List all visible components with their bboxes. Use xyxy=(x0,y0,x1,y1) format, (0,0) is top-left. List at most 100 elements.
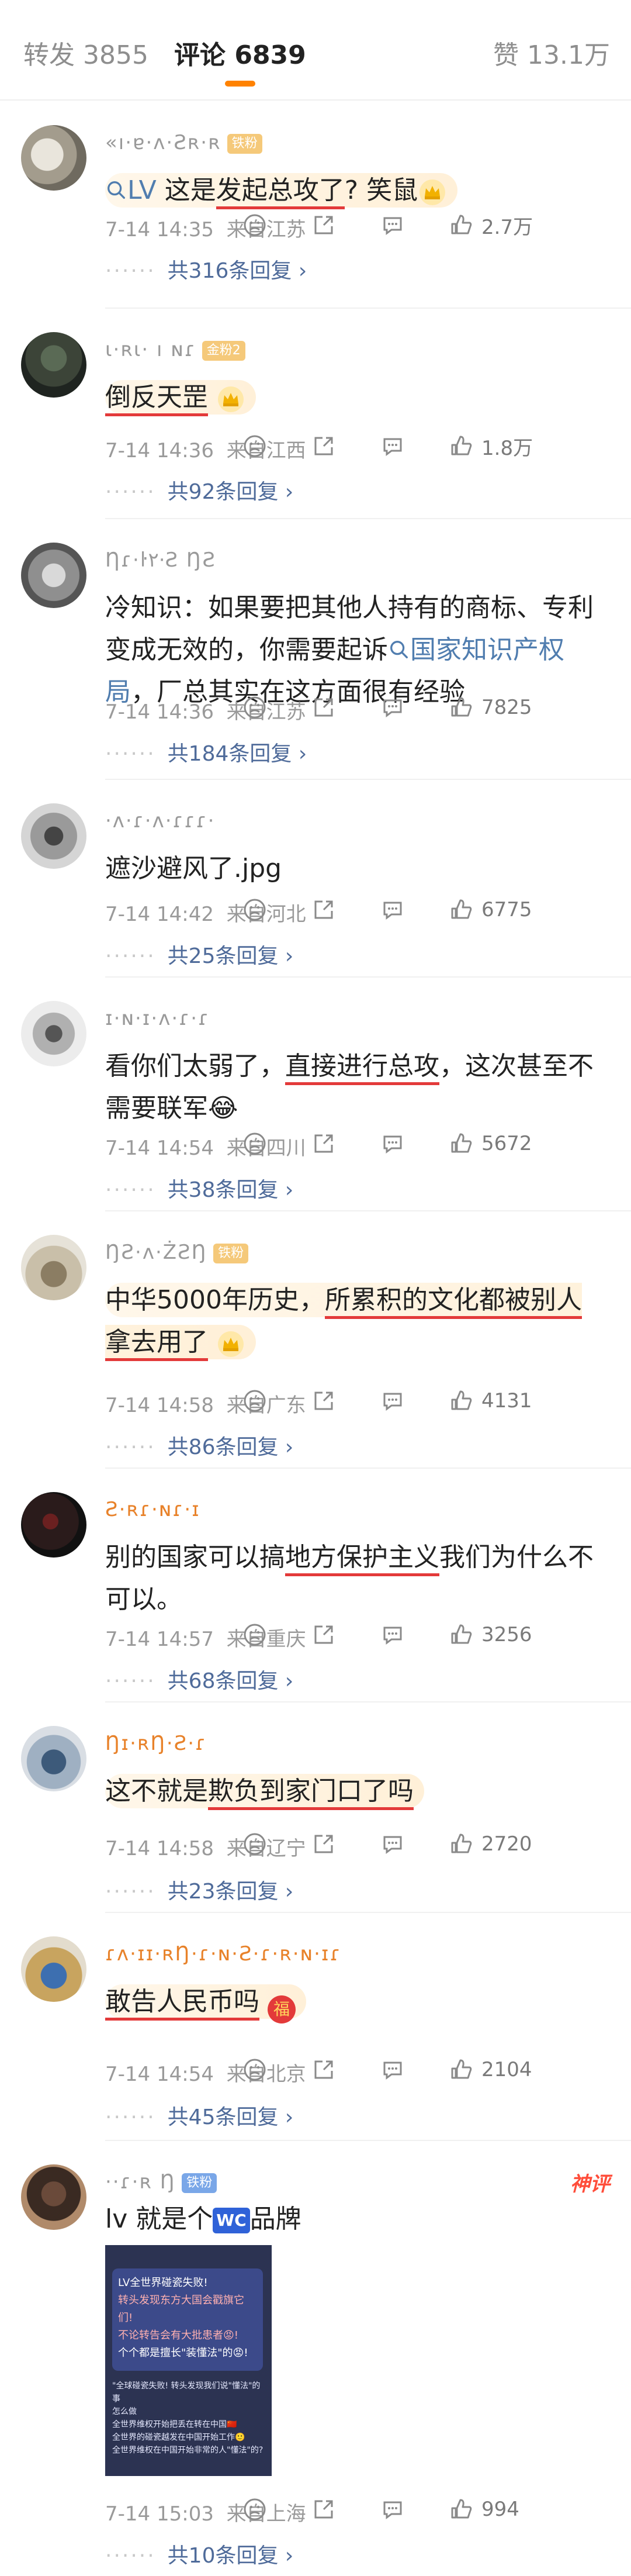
replies-link[interactable]: ······ 共184条回复 › xyxy=(105,737,307,767)
username[interactable]: «ı·ɐ·ʌ·Ƨʀ·ʀ 铁粉 xyxy=(105,131,262,154)
comment-text-part: 看你们太弱了， xyxy=(105,1051,285,1081)
username-text: ɾʌ·ɪɪ·ʀŊ·ɾ·ɴ·Ƨ·ɾ·ʀ·ɴ·ɪɾ xyxy=(105,1942,342,1966)
avatar[interactable] xyxy=(21,1726,86,1791)
replies-link[interactable]: ······ 共68条回复 › xyxy=(105,1664,293,1694)
dislike-button[interactable] xyxy=(242,895,268,924)
replies-link[interactable]: ······ 共38条回复 › xyxy=(105,1173,293,1203)
tab-comment[interactable]: 评论 6839 xyxy=(174,34,306,71)
like-button[interactable]: 4131 xyxy=(449,1386,532,1415)
username[interactable]: ·ʌ·ɾ·ʌ·ɾɾɾ· xyxy=(105,809,215,833)
username[interactable]: ɾʌ·ɪɪ·ʀŊ·ɾ·ɴ·Ƨ·ɾ·ʀ·ɴ·ɪɾ xyxy=(105,1942,342,1966)
replies-link[interactable]: ······ 共25条回复 › xyxy=(105,939,293,969)
share-button[interactable] xyxy=(311,1129,337,1158)
like-button[interactable]: 2720 xyxy=(449,1829,532,1859)
dislike-button[interactable] xyxy=(242,1129,268,1158)
topic-link[interactable]: LV xyxy=(127,175,157,205)
share-button[interactable] xyxy=(311,693,337,722)
dislike-button[interactable] xyxy=(242,1386,268,1415)
reply-button[interactable] xyxy=(380,1620,405,1649)
username[interactable]: ɪ·ɴ·ɪ·ʌ·ɾ·ɾ xyxy=(105,1007,210,1030)
replies-link[interactable]: ······ 共23条回复 › xyxy=(105,1874,293,1905)
reply-button[interactable] xyxy=(380,1386,405,1415)
reply-button[interactable] xyxy=(380,2055,405,2084)
reply-button[interactable] xyxy=(380,693,405,722)
reply-button[interactable] xyxy=(380,210,405,240)
replies-link[interactable]: ······ 共316条回复 › xyxy=(105,254,307,284)
username[interactable]: Ŋɪ·ʀŊ·Ƨ·ɾ xyxy=(105,1732,207,1755)
comment-actions: 2.7万 xyxy=(242,210,610,240)
attached-image[interactable]: LV全世界碰瓷失败! 转头发现东方大国会戳旗它们! 不论转告会有大批患者😡! 个… xyxy=(105,2245,272,2476)
dislike-button[interactable] xyxy=(242,2495,268,2524)
avatar[interactable] xyxy=(21,1001,86,1066)
reply-button[interactable] xyxy=(380,895,405,924)
avatar[interactable] xyxy=(21,332,86,398)
tab-repost[interactable]: 转发 3855 xyxy=(23,34,148,71)
reply-button[interactable] xyxy=(380,1129,405,1158)
comment-actions: 2104 xyxy=(242,2055,610,2084)
reply-button[interactable] xyxy=(380,2495,405,2524)
username-text: ·ʌ·ɾ·ʌ·ɾɾɾ· xyxy=(105,809,216,833)
reply-button[interactable] xyxy=(380,431,405,461)
like-icon xyxy=(449,2057,474,2083)
like-count: 2720 xyxy=(481,1832,532,1856)
replies-dots: ······ xyxy=(105,742,156,766)
image-caption-line: 全世界维权在中国开始非常的人"懂法"的? xyxy=(112,2446,264,2455)
username[interactable]: ŊƧ·ʌ·ŻƧŊ 铁粉 xyxy=(105,1241,249,1264)
avatar[interactable] xyxy=(21,1235,86,1300)
username[interactable]: Ƨ·ʀɾ·ɴɾ·ɪ xyxy=(105,1498,200,1521)
replies-link[interactable]: ······ 共10条回复 › xyxy=(105,2539,293,2569)
share-button[interactable] xyxy=(311,2055,337,2084)
share-button[interactable] xyxy=(311,431,337,461)
dislike-button[interactable] xyxy=(242,1829,268,1859)
share-button[interactable] xyxy=(311,1386,337,1415)
share-button[interactable] xyxy=(311,210,337,240)
replies-dots: ······ xyxy=(105,1435,156,1459)
like-button[interactable]: 994 xyxy=(449,2495,519,2524)
username[interactable]: ··ɾ·ʀ Ŋ 铁粉 xyxy=(105,2170,217,2194)
avatar[interactable] xyxy=(21,803,86,869)
avatar[interactable] xyxy=(21,125,86,191)
dislike-button[interactable] xyxy=(242,210,268,240)
like-button[interactable]: 5672 xyxy=(449,1129,532,1158)
username[interactable]: Ƞɾ·ŀ٢·Ƨ ŊƧ xyxy=(105,548,216,572)
comment-text-underlined: 倒反天罡 xyxy=(105,382,208,416)
like-count: 1.8万 xyxy=(481,436,533,460)
share-button[interactable] xyxy=(311,895,337,924)
like-count: 5672 xyxy=(481,1132,532,1155)
like-button[interactable]: 2.7万 xyxy=(449,210,533,240)
avatar[interactable] xyxy=(21,1492,86,1558)
image-caption: "全球碰瓷失败! 转头发现我们说"懂法"的事 怎么做 全世界维权开始把丢在转在中… xyxy=(112,2380,265,2457)
dislike-button[interactable] xyxy=(242,693,268,722)
avatar[interactable] xyxy=(21,1936,86,2002)
comment-item: ɩ·ʀɩ· ı ɴɾ 金粉2 倒反天罡 7-14 14:36 来自江西 1.8万 … xyxy=(0,308,631,518)
dislike-button[interactable] xyxy=(242,2055,268,2084)
reply-button[interactable] xyxy=(380,1829,405,1859)
replies-count: 共10条回复 › xyxy=(167,2544,294,2568)
like-button[interactable]: 1.8万 xyxy=(449,431,533,461)
like-button[interactable]: 2104 xyxy=(449,2055,532,2084)
share-button[interactable] xyxy=(311,2495,337,2524)
share-button[interactable] xyxy=(311,1829,337,1859)
tab-like[interactable]: 赞 13.1万 xyxy=(493,34,610,71)
like-icon xyxy=(449,2496,474,2522)
avatar[interactable] xyxy=(21,2164,86,2230)
share-button[interactable] xyxy=(311,1620,337,1649)
like-button[interactable]: 3256 xyxy=(449,1620,532,1649)
like-button[interactable]: 6775 xyxy=(449,895,532,924)
replies-link[interactable]: ······ 共92条回复 › xyxy=(105,475,293,505)
dislike-button[interactable] xyxy=(242,1620,268,1649)
username-text: ɪ·ɴ·ɪ·ʌ·ɾ·ɾ xyxy=(105,1007,210,1030)
share-icon xyxy=(311,897,337,923)
like-icon xyxy=(449,897,474,923)
comment-item: «ı·ɐ·ʌ·Ƨʀ·ʀ 铁粉 LV 这是发起总攻了? 笑鼠 7-14 14:35 … xyxy=(0,101,631,308)
dislike-button[interactable] xyxy=(242,431,268,461)
dislike-icon xyxy=(242,1622,268,1648)
replies-link[interactable]: ······ 共86条回复 › xyxy=(105,1430,293,1460)
avatar[interactable] xyxy=(21,543,86,608)
like-button[interactable]: 7825 xyxy=(449,693,532,722)
replies-link[interactable]: ······ 共45条回复 › xyxy=(105,2100,293,2130)
share-icon xyxy=(311,1831,337,1857)
comment-icon xyxy=(380,433,405,459)
comment-text-part: 别的国家可以搞 xyxy=(105,1542,285,1572)
username[interactable]: ɩ·ʀɩ· ı ɴɾ 金粉2 xyxy=(105,338,245,361)
